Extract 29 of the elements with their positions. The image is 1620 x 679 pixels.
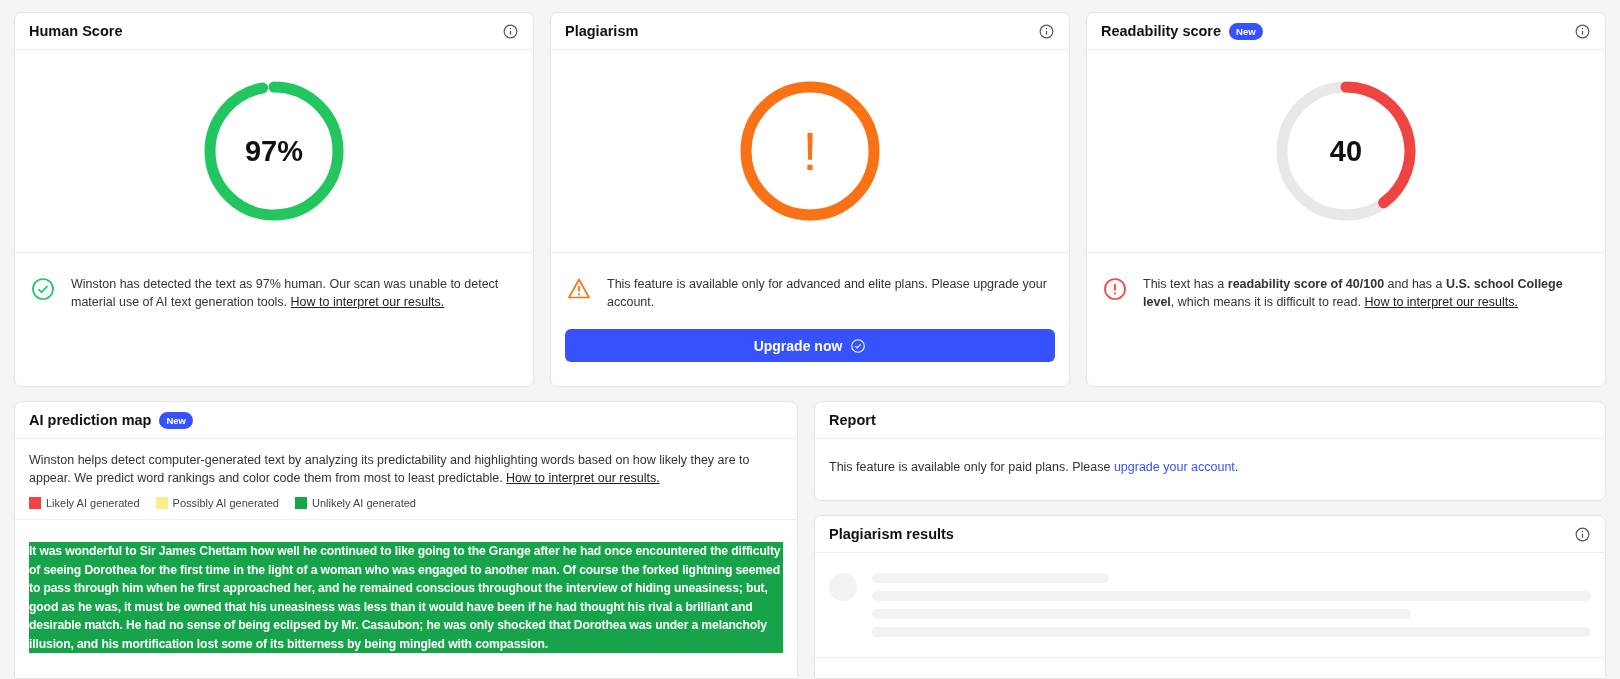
- alert-circle-icon: [1103, 277, 1127, 301]
- card-title: AI prediction map: [29, 412, 152, 428]
- score-value: 97%: [245, 134, 303, 168]
- interpret-link[interactable]: How to interpret our results.: [290, 295, 445, 309]
- message-text: Winston has detected the text as 97% human. Our scan was unable to detect material use of AI text generation tools. How to interpret our results.: [71, 276, 500, 311]
- legend-label: Likely AI generated: [46, 497, 140, 509]
- card-title: Plagiarism: [565, 23, 639, 39]
- legend-label: Possibly AI generated: [172, 497, 279, 509]
- interpret-link[interactable]: How to interpret our results.: [1364, 295, 1518, 309]
- card-title: Readability score: [1101, 23, 1222, 39]
- exclamation-mark: !: [802, 120, 818, 182]
- report-text: This feature is available only for paid plans. Please upgrade your account.: [829, 460, 1240, 474]
- warning-icon: [567, 277, 591, 301]
- card-title: Human Score: [29, 23, 123, 39]
- card-title: Report: [829, 412, 876, 428]
- interpret-link[interactable]: How to interpret our results.: [506, 471, 660, 485]
- card-title: Plagiarism results: [829, 526, 954, 542]
- check-circle-icon: [850, 337, 867, 354]
- description-text: Winston helps detect computer-generated text by analyzing its predictability and highlighting words based on how likely they are to appear. We predict word rankings and color code them from most to least predictable. How to interpret our results.: [29, 452, 751, 487]
- highlighted-text: It was wonderful to Sir James Chettam how well he continued to like going to the Grange after he had once encountered the difficulty of seeing Dorothea for the first time in the light of a woman who was engaged to another man. Of course the forked lightning seemed to pass through him when he first approached her, and he remained conscious throughout the interview of hiding uneasiness; but, good as he was, it must be owned that his uneasiness was less than it would have been if he had thought his rival a brilliant and desirable match. He had no sense of being eclipsed by Mr. Casaubon; he was only shocked that Dorothea was under a melancholy illusion, and his mortification lost some of its bitterness by being mingled with compassion.: [29, 542, 783, 653]
- new-badge: New: [1229, 22, 1263, 40]
- new-badge: New: [159, 411, 193, 429]
- score-value: 40: [1329, 134, 1363, 168]
- legend-label: Unlikely AI generated: [312, 497, 416, 509]
- message-text: This feature is available only for advanced and elite plans. Please upgrade your account.: [607, 276, 1048, 311]
- upgrade-link[interactable]: upgrade your account: [1113, 460, 1235, 474]
- message-text: This text has a readability score of 40/100 and has a U.S. school College level, which means it is difficult to read. How to interpret our results.: [1143, 276, 1564, 311]
- check-circle-icon: [31, 277, 55, 301]
- upgrade-button[interactable]: Upgrade now: [565, 329, 1055, 362]
